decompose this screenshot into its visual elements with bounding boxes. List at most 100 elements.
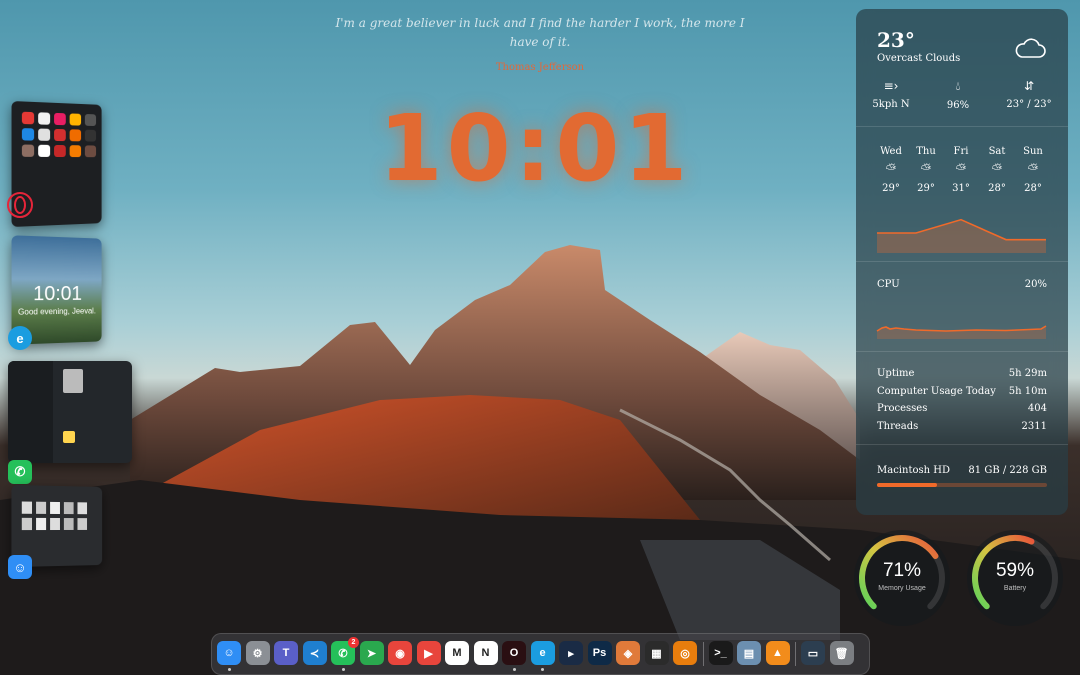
threads-value: 2311 (1021, 421, 1047, 432)
finder-icon[interactable]: ☺ (8, 555, 32, 579)
widgets-panel: 23° Overcast Clouds ≡› 5kph N 💧︎ 96% ⇵ 23° … (856, 9, 1068, 515)
youtube-icon[interactable]: ▶ (416, 641, 441, 665)
temperature-range-value: 23° / 23° (1006, 99, 1052, 110)
chat-list (8, 361, 53, 463)
humidity-value: 96% (946, 100, 970, 111)
forecast-day-temp: 29° (917, 183, 935, 194)
forecast-day: Wed ⛅︎ 29° (876, 146, 906, 194)
photoshop-icon[interactable]: Ps (587, 641, 612, 665)
cpu-value: 20% (1024, 279, 1047, 290)
opera-icon[interactable] (7, 192, 33, 218)
disk-usage-fill (877, 483, 938, 487)
temperature-range-icon: ⇵ (1023, 79, 1035, 93)
wind-value: 5kph N (872, 99, 910, 110)
quote-text: I'm a great believer in luck and I find … (335, 16, 745, 49)
telegram-icon[interactable]: ➤ (359, 641, 384, 665)
partly-cloudy-icon: ⛅︎ (991, 162, 1003, 177)
memory-label: Memory Usage (878, 585, 926, 592)
forecast-day: Sat ⛅︎ 28° (982, 146, 1012, 194)
blender-icon[interactable]: ◎ (673, 641, 697, 665)
processes-value: 404 (1027, 403, 1047, 414)
file-grid (21, 501, 88, 531)
partly-cloudy-icon: ⛅︎ (955, 162, 967, 177)
wind-icon: ≡› (883, 79, 899, 93)
window-thumbnail-whatsapp[interactable] (8, 361, 132, 463)
forecast-day-label: Sun (1023, 146, 1043, 157)
notification-badge: 2 (348, 637, 359, 648)
processes-label: Processes (877, 403, 928, 414)
opera-icon[interactable]: O (502, 641, 526, 665)
dock-separator (702, 642, 704, 666)
final-cut-icon[interactable]: ▦ (644, 641, 669, 665)
finder-icon[interactable]: ☺ (217, 641, 241, 665)
cpu-label: CPU (877, 279, 900, 290)
forecast-day-label: Sat (988, 146, 1006, 157)
pixelmator-icon[interactable]: ◈ (616, 641, 640, 665)
forecast-day-label: Fri (953, 146, 969, 157)
vscode-icon[interactable]: ≺ (302, 641, 327, 665)
threads-label: Threads (877, 421, 919, 432)
forecast-day-label: Wed (880, 146, 902, 157)
trash-icon[interactable]: 🗑 (829, 641, 854, 665)
forecast-day-temp: 29° (882, 183, 900, 194)
forecast-temperature-chart (877, 218, 1046, 253)
running-indicator (341, 668, 345, 671)
vlc-icon[interactable]: ▲ (765, 641, 790, 665)
edge-window-greeting: Good evening, Jeeval. (17, 306, 96, 317)
gear-icon[interactable]: ⚙ (245, 641, 270, 665)
humidity-icon: 💧︎ (955, 79, 961, 93)
podcast-icon[interactable]: ◉ (388, 641, 412, 665)
terminal-icon[interactable]: >_ (708, 641, 733, 665)
uptime-value: 5h 29m (1008, 368, 1047, 379)
usage-label: Computer Usage Today (877, 386, 996, 397)
dock-separator (795, 642, 796, 666)
forecast-day-label: Thu (916, 146, 936, 157)
desktop-clock: 10:01 (378, 95, 692, 202)
running-indicator (512, 668, 516, 671)
edge-icon[interactable]: e (8, 326, 32, 350)
battery-label: Battery (1003, 585, 1027, 592)
cloud-icon (1015, 38, 1046, 58)
whatsapp-icon[interactable]: ✆ 2 (331, 637, 359, 665)
disk-value: 81 GB / 228 GB (968, 465, 1047, 476)
usage-value: 5h 10m (1008, 386, 1047, 397)
dock: ☺ ⚙ T ≺ ✆ 2 ➤ ◉ ▶ M N Oe ▸ Ps ◈ ▦ ◎ >_ ▤ ▲ ▭ 🗑 (211, 633, 870, 675)
forecast-area (877, 219, 1046, 253)
running-indicator (541, 668, 544, 671)
speed-dial-grid (21, 111, 97, 158)
forecast-day: Sun ⛅︎ 28° (1018, 146, 1048, 194)
quote-author: Thomas Jefferson (495, 62, 585, 73)
forecast-day: Thu ⛅︎ 29° (911, 146, 941, 194)
current-temperature: 23° (877, 28, 915, 52)
forecast-day: Fri ⛅︎ 31° (946, 146, 976, 194)
notion-icon[interactable]: N (473, 641, 498, 665)
partly-cloudy-icon: ⛅︎ (920, 162, 932, 177)
cpu-widget: CPU 20% (856, 261, 1068, 352)
whatsapp-icon[interactable]: ✆ (8, 460, 32, 484)
uptime-label: Uptime (877, 368, 915, 379)
weather-widget: 23° Overcast Clouds ≡› 5kph N 💧︎ 96% ⇵ 23° … (856, 9, 1068, 127)
desktop-stack-icon[interactable]: ▭ (801, 641, 825, 665)
teams-icon[interactable]: T (274, 641, 298, 665)
forecast-day-temp: 28° (988, 183, 1006, 194)
forecast-day-temp: 28° (1024, 183, 1042, 194)
battery-gauge: 59% Battery (967, 530, 1063, 626)
battery-value: 59% (995, 560, 1035, 581)
forecast-day-temp: 31° (952, 183, 970, 194)
chat-attachment (63, 431, 75, 443)
gmail-icon[interactable]: M (445, 641, 469, 665)
preview-icon[interactable]: ▤ (737, 641, 761, 665)
system-stats-widget: Uptime 5h 29m Computer Usage Today 5h 10m … (856, 351, 1068, 445)
cpu-usage-graph (876, 325, 1047, 339)
partly-cloudy-icon: ⛅︎ (885, 162, 897, 177)
edge-window-clock: 10:01 (33, 282, 83, 306)
partly-cloudy-icon: ⛅︎ (1027, 162, 1039, 177)
forecast-widget: Wed ⛅︎ 29° Thu ⛅︎ 29° Fri ⛅︎ 31° Sat ⛅︎ 28° Sun ⛅… (856, 126, 1068, 262)
disk-label: Macintosh HD (877, 465, 950, 476)
memory-gauge: 71% Memory Usage (854, 530, 950, 626)
running-indicator (227, 668, 231, 671)
edge-icon[interactable]: e (530, 641, 555, 665)
prime-video-icon[interactable]: ▸ (559, 641, 583, 665)
disk-usage-bar (877, 483, 1047, 487)
chat-image (63, 369, 83, 393)
